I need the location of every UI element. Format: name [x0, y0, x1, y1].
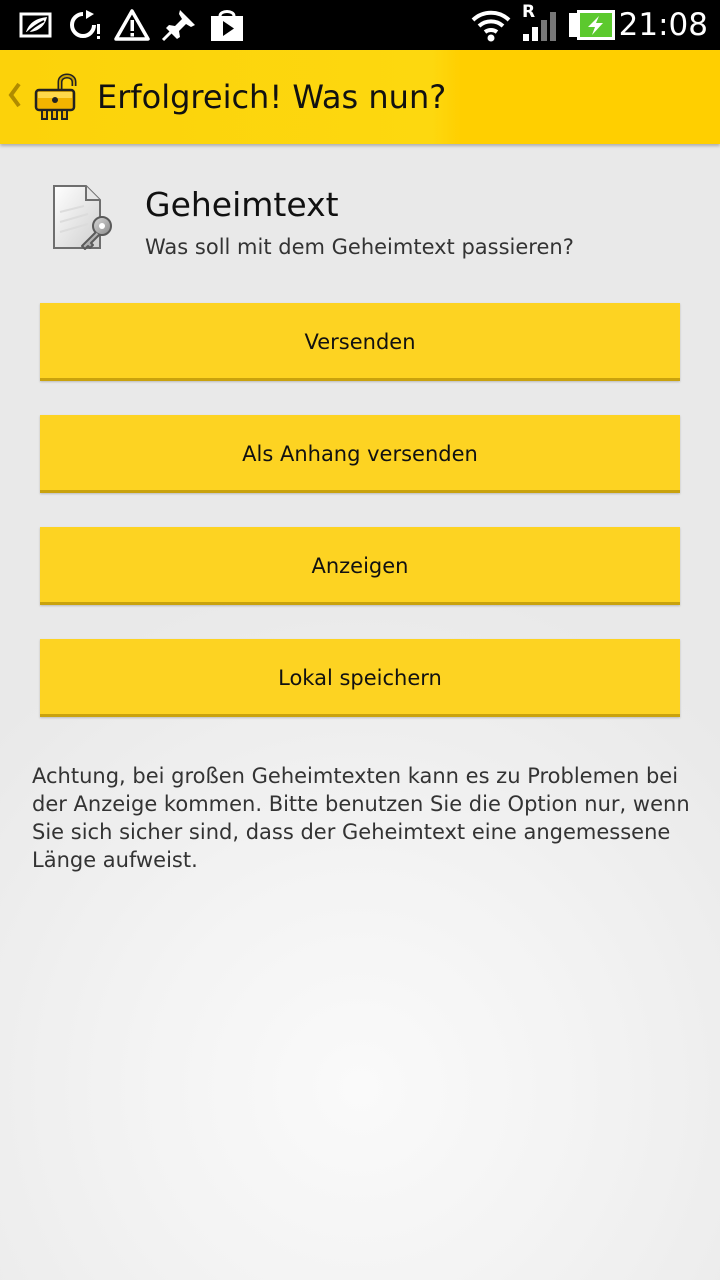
signal-icon: [523, 12, 556, 41]
status-bar: R 21:08: [0, 0, 720, 50]
unlocked-padlock-app-icon[interactable]: [32, 72, 82, 122]
section-title: Geheimtext: [145, 185, 339, 224]
clock: 21:08: [618, 7, 708, 43]
pin-icon: [161, 10, 195, 42]
secret-document-icon: [53, 185, 112, 250]
up-chevron-icon[interactable]: [6, 80, 22, 110]
action-bar-title: Erfolgreich! Was nun?: [97, 78, 447, 116]
play-store-icon: [211, 10, 243, 41]
wifi-icon: [471, 10, 511, 42]
show-button[interactable]: Anzeigen: [40, 527, 680, 605]
save-locally-button[interactable]: Lokal speichern: [40, 639, 680, 717]
action-bar: Erfolgreich! Was nun?: [0, 50, 720, 144]
warning-icon: [114, 9, 150, 41]
send-button[interactable]: Versenden: [40, 303, 680, 381]
sync-icon: [70, 10, 100, 39]
send-as-attachment-button[interactable]: Als Anhang versenden: [40, 415, 680, 493]
section-subtitle: Was soll mit dem Geheimtext passieren?: [145, 235, 574, 259]
eco-mode-icon: [19, 12, 52, 38]
warning-text: Achtung, bei großen Geheimtexten kann es…: [32, 764, 690, 872]
battery-charging-icon: [569, 10, 615, 40]
